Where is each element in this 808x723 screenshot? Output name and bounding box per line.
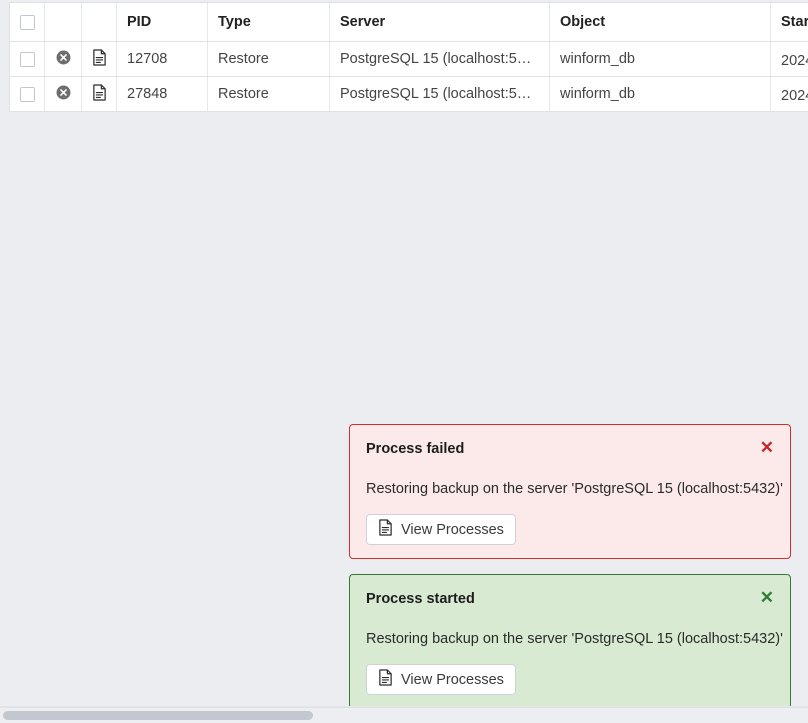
row-select-cell[interactable] (10, 76, 45, 112)
toast-header: Process started ✕ (366, 589, 774, 609)
column-header-type-label: Type (218, 14, 251, 30)
row-checkbox[interactable] (19, 51, 35, 67)
table-header: PID Type Server Object Start Time (10, 3, 808, 42)
cancel-circle-icon[interactable] (55, 49, 72, 66)
column-header-type[interactable]: Type (207, 3, 330, 42)
column-header-start-time[interactable]: Start Time (770, 3, 808, 42)
column-header-pid-label: PID (127, 14, 152, 30)
document-icon[interactable] (92, 48, 107, 66)
cell-type: Restore (207, 41, 330, 77)
row-stop-cell[interactable] (44, 41, 82, 77)
toast-message: Restoring backup on the server 'PostgreS… (366, 631, 783, 647)
column-header-pid[interactable]: PID (116, 3, 208, 42)
horizontal-scrollbar-thumb[interactable] (3, 711, 313, 720)
toast-actions: View Processes (366, 514, 774, 545)
view-processes-button[interactable]: View Processes (366, 664, 516, 695)
column-header-detail (81, 3, 117, 42)
column-header-object-label: Object (560, 14, 606, 30)
row-detail-cell[interactable] (81, 76, 117, 112)
horizontal-scrollbar[interactable] (0, 707, 808, 723)
toast-title: Process failed (366, 441, 465, 457)
toast-title: Process started (366, 591, 475, 607)
column-header-object[interactable]: Object (549, 3, 771, 42)
toast-process-failed[interactable]: Process failed ✕ Restoring backup on the… (349, 424, 791, 559)
cell-pid: 12708 (116, 41, 208, 77)
row-checkbox[interactable] (19, 86, 35, 102)
document-icon[interactable] (92, 83, 107, 101)
cancel-circle-icon[interactable] (55, 84, 72, 101)
cell-server: PostgreSQL 15 (localhost:5… (329, 41, 550, 77)
table-row[interactable]: 27848 Restore PostgreSQL 15 (localhost:5… (10, 76, 808, 112)
toast-message: Restoring backup on the server 'PostgreS… (366, 481, 783, 497)
toast-process-started[interactable]: Process started ✕ Restoring backup on th… (349, 574, 791, 709)
row-select-cell[interactable] (10, 41, 45, 77)
processes-table: PID Type Server Object Start Time (10, 3, 808, 112)
column-header-server-label: Server (340, 14, 386, 30)
table-row[interactable]: 12708 Restore PostgreSQL 15 (localhost:5… (10, 41, 808, 77)
document-icon (378, 519, 393, 540)
row-detail-cell[interactable] (81, 41, 117, 77)
table-body: 12708 Restore PostgreSQL 15 (localhost:5… (10, 41, 808, 112)
table-header-row: PID Type Server Object Start Time (10, 3, 808, 42)
view-processes-label: View Processes (401, 671, 504, 688)
cell-start-time: 2024. 1. 8. 오후 6:2 (770, 41, 808, 77)
row-stop-cell[interactable] (44, 76, 82, 112)
close-icon[interactable]: ✕ (760, 439, 774, 456)
cell-type: Restore (207, 76, 330, 112)
cell-pid: 27848 (116, 76, 208, 112)
column-header-start-time-label: Start Time (781, 14, 808, 30)
processes-panel: PID Type Server Object Start Time (0, 0, 808, 723)
cell-start-time: 2024. 1. 8. 오후 6:2 (770, 76, 808, 112)
column-header-stop (44, 3, 82, 42)
document-icon (378, 669, 393, 690)
column-header-server[interactable]: Server (329, 3, 550, 42)
close-icon[interactable]: ✕ (760, 589, 774, 606)
cell-object: winform_db (549, 76, 771, 112)
cell-server: PostgreSQL 15 (localhost:5… (329, 76, 550, 112)
processes-table-container: PID Type Server Object Start Time (9, 2, 808, 112)
select-all-checkbox[interactable] (19, 14, 35, 30)
cell-object: winform_db (549, 41, 771, 77)
view-processes-button[interactable]: View Processes (366, 514, 516, 545)
toast-actions: View Processes (366, 664, 774, 695)
column-header-select[interactable] (10, 3, 45, 42)
toast-header: Process failed ✕ (366, 439, 774, 459)
view-processes-label: View Processes (401, 521, 504, 538)
